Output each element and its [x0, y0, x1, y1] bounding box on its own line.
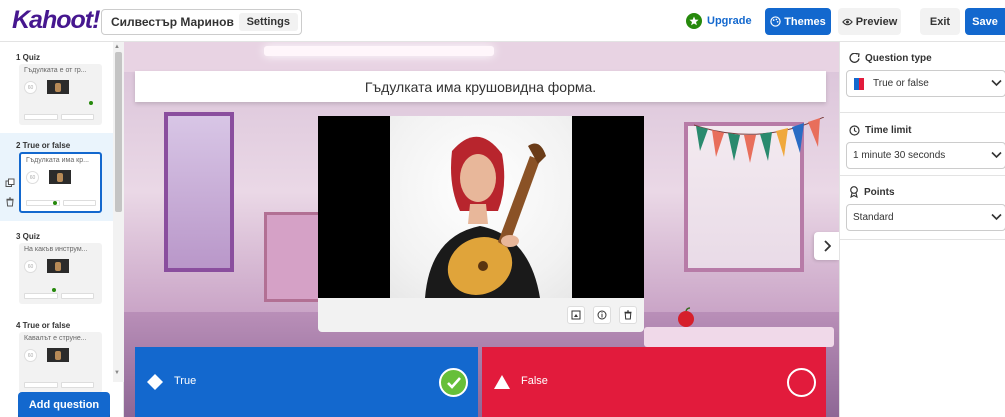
- slide-thumbnail[interactable]: Гъдулката има кр... 60: [19, 152, 102, 213]
- question-type-heading: Question type: [849, 53, 932, 64]
- answer-placeholders: [24, 114, 94, 120]
- time-limit-badge: 60: [24, 81, 37, 94]
- media-icon: [571, 310, 581, 320]
- clock-icon: [849, 125, 860, 136]
- answer-false[interactable]: False: [482, 347, 826, 417]
- trash-icon[interactable]: [5, 197, 15, 207]
- points-heading: Points: [849, 186, 895, 198]
- add-question-button[interactable]: Add question: [18, 392, 110, 417]
- points-select[interactable]: Standard: [846, 204, 1005, 231]
- kahoot-title-field[interactable]: Силвестър Маринов 3... Settings: [101, 9, 302, 35]
- bunting-decoration: [694, 117, 824, 163]
- background-ceiling-light: [264, 46, 494, 56]
- slide-image: [47, 80, 69, 94]
- scroll-down-icon[interactable]: ▼: [114, 370, 120, 376]
- themes-button[interactable]: Themes: [765, 8, 831, 35]
- correct-dot: [89, 101, 93, 105]
- slide-image: [49, 170, 71, 184]
- musician-with-gadulka-image: [425, 136, 546, 298]
- answer-true[interactable]: True: [135, 347, 478, 417]
- panel-divider: [840, 112, 1005, 113]
- slide-item[interactable]: 4 True or false Кавалът е струне... 60: [0, 313, 113, 401]
- preview-label: Preview: [855, 15, 898, 28]
- time-limit-heading: Time limit: [849, 125, 912, 136]
- slide-thumbnail[interactable]: Кавалът е струне... 60: [19, 332, 102, 393]
- question-settings-panel: Question type True or false Time limit 1…: [839, 42, 1005, 417]
- info-icon: [597, 310, 607, 320]
- chevron-down-icon: [991, 79, 1002, 87]
- medal-icon: [850, 186, 858, 198]
- slide-preview-text: Кавалът е струне...: [24, 335, 87, 342]
- true-false-icon: [854, 77, 864, 90]
- question-media[interactable]: [318, 116, 644, 298]
- slide-image: [47, 348, 69, 362]
- save-button[interactable]: Save: [965, 8, 1005, 35]
- correct-answer-toggle[interactable]: [439, 368, 468, 397]
- panel-divider: [840, 239, 1005, 240]
- slide-label: 4 True or false: [16, 321, 71, 330]
- slide-item-active[interactable]: 2 True or false Гъдулката има кр... 60: [0, 133, 113, 221]
- panel-divider: [840, 175, 1005, 176]
- apple-decoration: [678, 307, 694, 327]
- slide-thumbnail[interactable]: На какъв инструм... 60: [19, 243, 102, 304]
- expand-panel-button[interactable]: [814, 232, 839, 260]
- media-toolbar: [318, 298, 644, 332]
- background-desk: [644, 327, 834, 347]
- time-limit-badge: 60: [24, 260, 37, 273]
- time-limit-badge: 60: [26, 171, 39, 184]
- chevron-right-icon: [823, 240, 831, 252]
- kahoot-logo[interactable]: Kahoot!: [12, 6, 100, 35]
- duplicate-icon[interactable]: [5, 178, 15, 188]
- media-info-button[interactable]: [593, 306, 611, 324]
- correct-dot: [53, 201, 57, 205]
- scroll-up-icon[interactable]: ▲: [114, 44, 120, 50]
- question-title[interactable]: Гъдулката има крушовидна форма.: [135, 71, 826, 102]
- slide-preview-text: На какъв инструм...: [24, 246, 88, 253]
- settings-button[interactable]: Settings: [238, 13, 298, 31]
- answer-label: True: [174, 375, 197, 387]
- check-icon: [446, 376, 461, 389]
- answer-label: False: [521, 375, 548, 387]
- delete-media-button[interactable]: [619, 306, 637, 324]
- themes-label: Themes: [784, 15, 826, 28]
- question-photo: [390, 116, 572, 298]
- slide-label: 1 Quiz: [16, 53, 41, 62]
- correct-dot: [52, 288, 56, 292]
- exit-button[interactable]: Exit: [920, 8, 960, 35]
- answer-placeholders: [24, 382, 94, 388]
- slide-preview-text: Гъдулката има кр...: [26, 157, 89, 164]
- kahoot-title: Силвестър Маринов 3...: [111, 15, 237, 29]
- question-type-icon: [849, 53, 860, 63]
- slide-label: 3 Quiz: [16, 232, 41, 241]
- correct-answer-toggle[interactable]: [787, 368, 816, 397]
- sidebar-scroll-thumb[interactable]: [115, 52, 122, 212]
- trash-icon: [624, 310, 632, 320]
- background-window: [164, 112, 234, 272]
- question-canvas: Гъдулката има крушовидна форма. True Fal…: [124, 42, 839, 417]
- slide-preview-text: Гъдулката е от гр...: [24, 67, 87, 74]
- triangle-icon: [494, 375, 510, 389]
- question-type-select[interactable]: True or false: [846, 70, 1005, 97]
- diamond-icon: [147, 374, 163, 390]
- upgrade-label: Upgrade: [707, 15, 752, 27]
- slide-thumbnail[interactable]: Гъдулката е от гр... 60: [19, 64, 102, 125]
- slide-image: [47, 259, 69, 273]
- star-icon: [686, 13, 702, 29]
- change-media-button[interactable]: [567, 306, 585, 324]
- eye-icon: [841, 18, 853, 25]
- answer-placeholders: [24, 293, 94, 299]
- preview-button[interactable]: Preview: [838, 8, 901, 35]
- slides-sidebar: 1 Quiz Гъдулката е от гр... 60 2 True or…: [0, 42, 124, 417]
- top-bar: Kahoot! Силвестър Маринов 3... Settings …: [0, 0, 1005, 42]
- slide-item[interactable]: 1 Quiz Гъдулката е от гр... 60: [0, 45, 113, 133]
- slide-item[interactable]: 3 Quiz На какъв инструм... 60: [0, 224, 113, 312]
- chevron-down-icon: [991, 213, 1002, 221]
- palette-icon: [770, 16, 781, 27]
- time-limit-select[interactable]: 1 minute 30 seconds: [846, 142, 1005, 169]
- chevron-down-icon: [991, 151, 1002, 159]
- answer-placeholders: [26, 200, 96, 206]
- time-limit-badge: 60: [24, 349, 37, 362]
- slide-label: 2 True or false: [16, 141, 71, 150]
- upgrade-link[interactable]: Upgrade: [686, 13, 752, 29]
